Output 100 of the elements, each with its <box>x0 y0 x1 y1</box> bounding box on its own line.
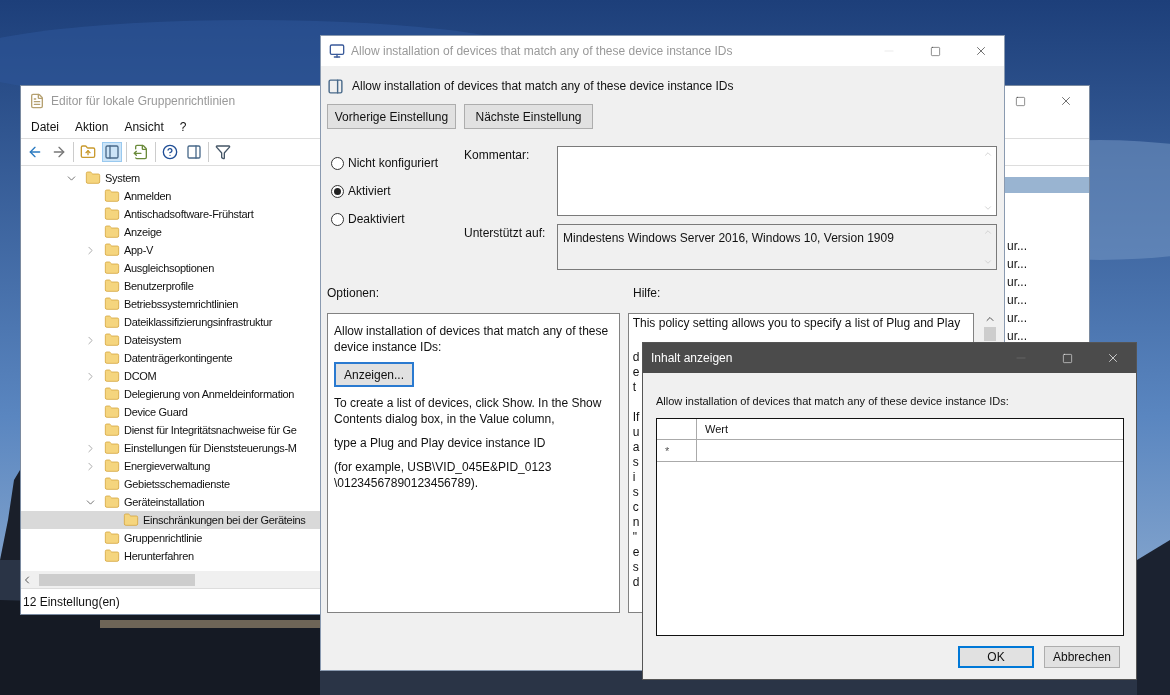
tree-item[interactable]: Gruppenrichtlinie <box>21 529 321 547</box>
nav-button[interactable]: Vorherige Einstellung <box>327 104 456 129</box>
tree-item[interactable]: Herunterfahren <box>21 547 321 565</box>
window-title: Editor für lokale Gruppenrichtlinien <box>51 93 236 110</box>
radio-button[interactable] <box>331 184 344 198</box>
help-text-fragment: n <box>632 515 640 530</box>
status-bar-text: 12 Einstellung(en) <box>23 593 120 611</box>
folder-icon <box>104 314 120 330</box>
options-description: Allow installation of devices that match any of these device instance IDs: <box>334 323 610 355</box>
tree-item[interactable]: Gebietsschemadienste <box>21 475 321 493</box>
folder-icon <box>104 278 120 294</box>
tree-item[interactable]: Antischadsoftware-Frühstart <box>21 205 321 223</box>
folder-icon <box>85 170 101 186</box>
tree-item[interactable]: Device Guard <box>21 403 321 421</box>
menu-item[interactable]: Datei <box>25 118 65 136</box>
folder-icon <box>104 224 120 240</box>
radio-label: Nicht konfiguriert <box>348 155 439 172</box>
folder-icon <box>104 368 120 384</box>
help-text-fragment: d <box>632 575 640 590</box>
help-text-fragment: If <box>632 410 640 425</box>
options-paragraph: type a Plug and Play device instance ID <box>334 435 546 451</box>
folder-icon <box>104 494 120 510</box>
folder-icon <box>104 350 120 366</box>
tree-item[interactable]: Energieverwaltung <box>21 457 321 475</box>
tree-item[interactable]: Ausgleichsoptionen <box>21 259 321 277</box>
tree-item[interactable]: Dateisystem <box>21 331 321 349</box>
radio-label: Deaktiviert <box>348 211 405 228</box>
supported-label: Unterstützt auf: <box>464 225 547 242</box>
menu-item[interactable]: ? <box>173 118 193 136</box>
tree-item[interactable]: Anzeige <box>21 223 321 241</box>
column-header[interactable]: Wert <box>697 418 1123 439</box>
list-item[interactable]: ur... <box>1007 309 1027 327</box>
tree-item[interactable]: Betriebssystemrichtlinien <box>21 295 321 313</box>
tree-item[interactable]: Geräteinstallation <box>21 493 321 511</box>
help-text-fragment: e <box>632 365 640 380</box>
folder-icon <box>104 458 120 474</box>
tree-item[interactable]: Dateiklassifizierungsinfrastruktur <box>21 313 321 331</box>
help-text-fragment: c <box>632 500 639 515</box>
show-button[interactable]: Anzeigen... <box>334 362 415 387</box>
panel-icon[interactable] <box>102 142 122 162</box>
folder-icon <box>104 440 120 456</box>
window-title: Allow installation of devices that match any of these device instance IDs <box>351 43 733 60</box>
menu-item[interactable]: Aktion <box>69 118 115 136</box>
folder-icon <box>104 404 120 420</box>
dialog-prompt: Allow installation of devices that match any of these device instance IDs: <box>656 394 1010 409</box>
list-item[interactable]: ur... <box>1007 255 1027 273</box>
help-text-fragment: d <box>632 350 640 365</box>
tree-item[interactable]: Benutzerprofile <box>21 277 321 295</box>
help-icon[interactable] <box>160 142 180 162</box>
values-table[interactable]: Wert * <box>656 417 1124 636</box>
folder-icon <box>104 530 120 546</box>
tree-item[interactable]: Delegierung von Anmeldeinformation <box>21 385 321 403</box>
list-item[interactable]: ur... <box>1007 291 1027 309</box>
close-icon[interactable] <box>1106 351 1120 365</box>
help-text-fragment: u <box>632 425 640 440</box>
radio-button[interactable] <box>331 156 344 170</box>
folder-icon <box>104 422 120 438</box>
list-item[interactable]: ur... <box>1007 327 1027 345</box>
tree-item[interactable]: Dienst für Integritätsnachweise für Ge <box>21 421 321 439</box>
folder-icon <box>104 242 120 258</box>
options-paragraph: To create a list of devices, click Show. In the Show Contents dialog box, in the Value column, <box>334 395 603 427</box>
supported-value: Mindestens Windows Server 2016, Windows 10, Version 1909 <box>562 230 894 247</box>
folder-icon <box>104 386 120 402</box>
close-icon[interactable] <box>974 44 988 58</box>
tree-item[interactable]: System <box>21 169 321 187</box>
folder-icon <box>123 512 139 528</box>
tree-item[interactable]: DCOM <box>21 367 321 385</box>
tree-item[interactable]: App-V <box>21 241 321 259</box>
filter-icon[interactable] <box>213 142 233 162</box>
dialog-button[interactable]: OK <box>958 645 1034 668</box>
list-item[interactable]: ur... <box>1007 237 1027 255</box>
help-text-fragment: s <box>632 485 639 500</box>
monitor-icon <box>329 43 345 59</box>
options-paragraph: (for example, USB\VID_045E&PID_0123 \01234567890123456789). <box>334 459 553 491</box>
radio-label: Aktiviert <box>348 183 391 200</box>
help-text-fragment: t <box>632 380 637 395</box>
menu-item[interactable]: Ansicht <box>118 118 170 136</box>
help-text-fragment: i <box>632 470 636 485</box>
nav-button[interactable]: Nächste Einstellung <box>464 104 593 129</box>
maximize-icon[interactable] <box>1014 95 1026 107</box>
dialog-title: Inhalt anzeigen <box>651 350 733 367</box>
tree-item[interactable]: Einschränkungen bei der Geräteins <box>21 511 321 529</box>
help-text: This policy setting allows you to specify a list of Plug and Play <box>632 316 961 331</box>
policy-heading: Allow installation of devices that match any of these device instance IDs <box>352 78 734 95</box>
help-text-fragment: s <box>632 560 639 575</box>
radio-button[interactable] <box>331 212 344 226</box>
folder-icon <box>104 260 120 276</box>
tree-item[interactable]: Einstellungen für Dienststeuerungs-M <box>21 439 321 457</box>
tree-item[interactable]: Datenträgerkontingente <box>21 349 321 367</box>
tree-item[interactable]: Anmelden <box>21 187 321 205</box>
help-label: Hilfe: <box>633 285 661 300</box>
list-item[interactable]: ur... <box>1007 273 1027 291</box>
dialog-button[interactable]: Abbrechen <box>1044 645 1120 668</box>
folder-icon <box>104 548 120 564</box>
comment-label: Kommentar: <box>464 147 531 164</box>
help-text-fragment: e <box>632 545 640 560</box>
close-icon[interactable] <box>1059 94 1073 108</box>
scrollbar-thumb[interactable] <box>984 327 997 341</box>
panel-icon[interactable] <box>184 142 204 162</box>
maximize-icon[interactable] <box>929 45 941 57</box>
